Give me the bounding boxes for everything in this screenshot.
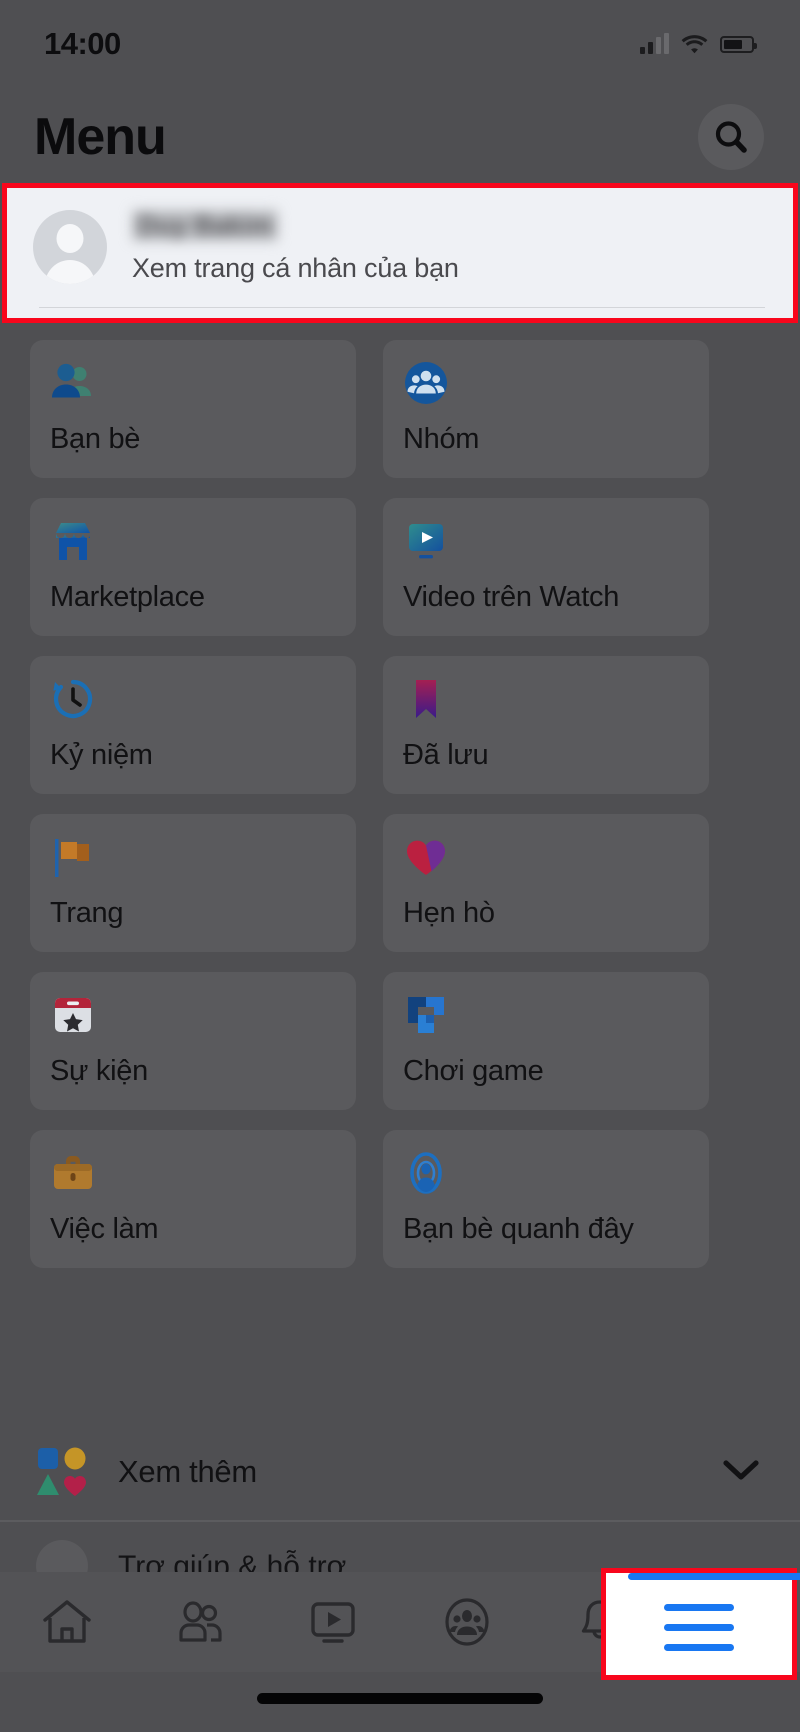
hamburger-menu-icon bbox=[664, 1603, 734, 1651]
menu-tile-label: Sự kiện bbox=[50, 1055, 148, 1087]
profile-row[interactable]: Duy Bakim Xem trang cá nhân của bạn bbox=[7, 188, 793, 292]
default-avatar-icon bbox=[33, 210, 107, 284]
cellular-signal-icon bbox=[640, 33, 669, 54]
profile-name: Duy Bakim bbox=[132, 209, 279, 242]
jobs-briefcase-icon bbox=[50, 1150, 96, 1196]
nav-friends[interactable] bbox=[133, 1572, 266, 1672]
watch-video-icon bbox=[311, 1602, 356, 1643]
menu-tile-pages[interactable]: Trang bbox=[30, 814, 356, 952]
menu-tile-saved[interactable]: Đã lưu bbox=[383, 656, 709, 794]
menu-tile-memories[interactable]: Kỷ niệm bbox=[30, 656, 356, 794]
home-icon bbox=[42, 1600, 91, 1643]
nav-groups[interactable] bbox=[400, 1572, 533, 1672]
menu-tile-label: Đã lưu bbox=[403, 739, 489, 771]
wifi-icon bbox=[681, 35, 708, 54]
header: Menu bbox=[0, 88, 800, 185]
profile-subtitle: Xem trang cá nhân của bạn bbox=[132, 253, 459, 284]
memories-clock-icon bbox=[50, 676, 96, 722]
status-bar: 14:00 bbox=[0, 0, 800, 88]
menu-tile-dating[interactable]: Hẹn hò bbox=[383, 814, 709, 952]
battery-icon bbox=[720, 35, 757, 53]
friends-icon bbox=[50, 360, 96, 406]
watch-video-icon bbox=[403, 518, 449, 564]
friends-icon bbox=[179, 1601, 222, 1642]
gaming-icon bbox=[403, 992, 449, 1038]
groups-icon bbox=[445, 1598, 489, 1646]
profile-highlight-box: Duy Bakim Xem trang cá nhân của bạn bbox=[2, 183, 798, 323]
active-tab-indicator bbox=[628, 1573, 800, 1580]
menu-tile-friends[interactable]: Bạn bè bbox=[30, 340, 356, 478]
see-more-label: Xem thêm bbox=[118, 1454, 257, 1489]
menu-tile-marketplace[interactable]: Marketplace bbox=[30, 498, 356, 636]
menu-tile-label: Marketplace bbox=[50, 581, 205, 613]
phone-screen: 14:00 Menu Duy Bakim Xem trang cá nhân c… bbox=[0, 0, 800, 1732]
menu-tile-label: Nhóm bbox=[403, 423, 480, 455]
chevron-down-icon[interactable] bbox=[722, 1458, 760, 1487]
menu-tile-watch[interactable]: Video trên Watch bbox=[383, 498, 709, 636]
marketplace-storefront-icon bbox=[50, 518, 96, 564]
menu-button-highlight-box[interactable] bbox=[601, 1568, 800, 1680]
menu-tile-gaming[interactable]: Chơi game bbox=[383, 972, 709, 1110]
groups-icon bbox=[403, 360, 449, 406]
menu-tile-events[interactable]: Sự kiện bbox=[30, 972, 356, 1110]
search-icon bbox=[715, 120, 747, 153]
menu-tile-nearby-friends[interactable]: Bạn bè quanh đây bbox=[383, 1130, 709, 1268]
page-title: Menu bbox=[34, 107, 167, 166]
search-button[interactable] bbox=[698, 103, 764, 170]
menu-tile-label: Chơi game bbox=[403, 1055, 544, 1087]
menu-tile-label: Bạn bè bbox=[50, 423, 141, 455]
saved-bookmark-icon bbox=[403, 676, 449, 722]
shapes-icon bbox=[36, 1446, 88, 1498]
menu-tile-label: Video trên Watch bbox=[403, 581, 620, 613]
profile-text: Duy Bakim Xem trang cá nhân của bạn bbox=[132, 209, 459, 285]
pages-flag-icon bbox=[50, 834, 96, 880]
menu-tile-groups[interactable]: Nhóm bbox=[383, 340, 709, 478]
help-icon bbox=[36, 1540, 88, 1576]
status-indicators bbox=[640, 33, 757, 54]
menu-tile-jobs[interactable]: Việc làm bbox=[30, 1130, 356, 1268]
menu-tile-label: Kỷ niệm bbox=[50, 739, 153, 771]
menu-tile-label: Trang bbox=[50, 897, 124, 929]
home-indicator bbox=[257, 1693, 543, 1704]
events-calendar-icon bbox=[50, 992, 96, 1038]
menu-tile-label: Hẹn hò bbox=[403, 897, 495, 929]
nav-watch[interactable] bbox=[267, 1572, 400, 1672]
menu-grid: Bạn bè Nhóm Marketplace Video trên Watch… bbox=[30, 340, 770, 1268]
menu-tile-label: Bạn bè quanh đây bbox=[403, 1213, 634, 1245]
nav-home[interactable] bbox=[0, 1572, 133, 1672]
nearby-friends-icon bbox=[403, 1150, 449, 1196]
dating-heart-icon bbox=[403, 834, 449, 880]
status-time: 14:00 bbox=[44, 26, 121, 61]
menu-tile-label: Việc làm bbox=[50, 1213, 159, 1245]
profile-divider bbox=[39, 307, 765, 308]
section-divider bbox=[0, 1520, 800, 1522]
see-more-row[interactable]: Xem thêm bbox=[0, 1424, 800, 1520]
